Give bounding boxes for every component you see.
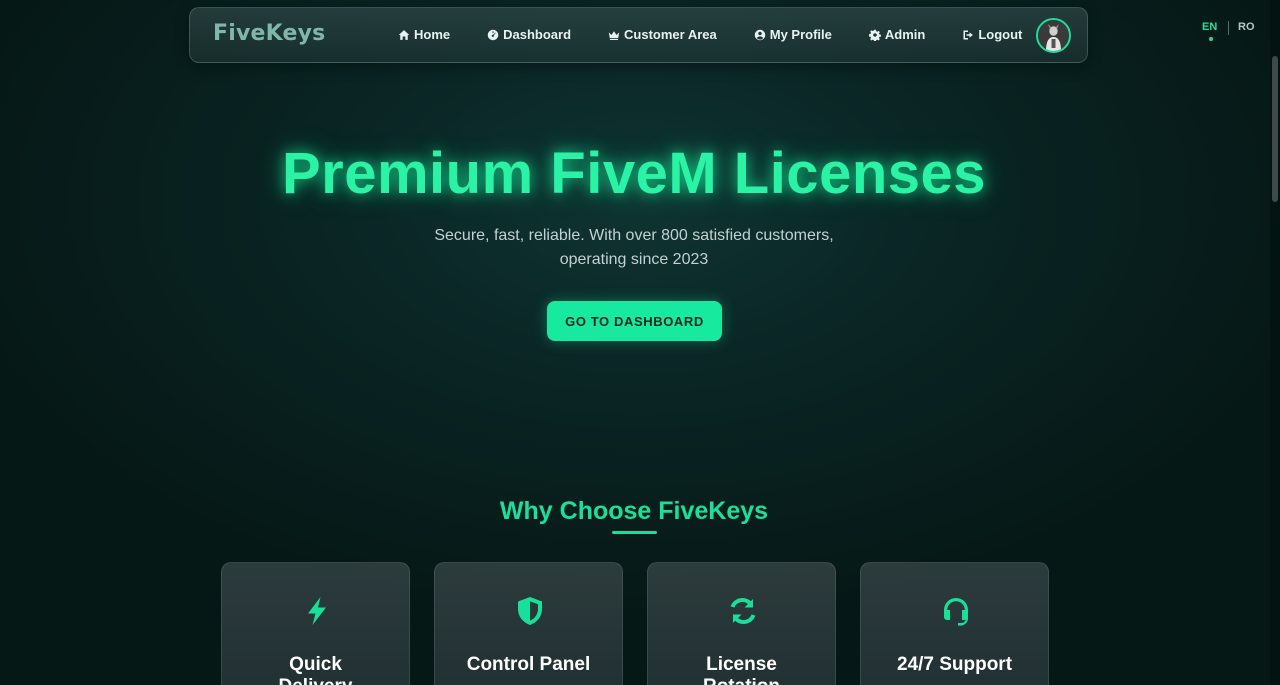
nav-logout[interactable]: Logout bbox=[962, 27, 1022, 42]
lang-en[interactable]: EN bbox=[1202, 21, 1217, 33]
feature-card-support: 24/7 Support bbox=[860, 562, 1049, 685]
hero-subtitle: Secure, fast, reliable. With over 800 sa… bbox=[434, 227, 834, 268]
crown-icon bbox=[608, 30, 620, 40]
feature-card-control-panel: Control Panel bbox=[434, 562, 623, 685]
nav-admin[interactable]: Admin bbox=[868, 27, 926, 42]
lightning-icon bbox=[301, 595, 333, 627]
nav-admin-label: Admin bbox=[884, 27, 926, 42]
dashboard-icon bbox=[487, 29, 499, 40]
avatar-image bbox=[1038, 20, 1069, 51]
lang-ro[interactable]: RO bbox=[1238, 21, 1255, 33]
feature-card-title: Quick Delivery bbox=[279, 654, 353, 685]
feature-card-title: License Rotation bbox=[703, 654, 780, 685]
refresh-icon bbox=[727, 595, 759, 627]
nav-menu: Home Dashboard Customer Area My Profile … bbox=[398, 27, 1022, 42]
go-to-dashboard-button[interactable]: GO TO DASHBOARD bbox=[547, 301, 722, 341]
feature-card-license-rotation: License Rotation bbox=[647, 562, 836, 685]
nav-home-label: Home bbox=[414, 27, 451, 42]
section-title: Why Choose FiveKeys bbox=[499, 497, 769, 525]
scrollbar-thumb[interactable] bbox=[1272, 56, 1278, 202]
logout-icon bbox=[963, 30, 974, 39]
active-lang-indicator bbox=[1209, 37, 1213, 41]
nav-home[interactable]: Home bbox=[398, 27, 450, 42]
nav-my-profile-label: My Profile bbox=[769, 27, 832, 42]
nav-dashboard[interactable]: Dashboard bbox=[487, 27, 571, 42]
shield-icon bbox=[514, 595, 546, 627]
nav-customer-area-label: Customer Area bbox=[624, 27, 717, 42]
user-circle-icon bbox=[754, 29, 766, 40]
logo[interactable]: FiveKeys bbox=[213, 21, 325, 46]
home-icon bbox=[398, 29, 410, 40]
nav-customer-area[interactable]: Customer Area bbox=[608, 27, 717, 42]
nav-my-profile[interactable]: My Profile bbox=[754, 27, 832, 42]
gear-icon bbox=[868, 29, 881, 41]
navbar: FiveKeys Home Dashboard Customer Area My… bbox=[189, 7, 1088, 63]
scrollbar[interactable] bbox=[1270, 0, 1280, 685]
feature-card-quick-delivery: Quick Delivery bbox=[221, 562, 410, 685]
nav-dashboard-label: Dashboard bbox=[503, 27, 572, 42]
feature-card-title: Control Panel bbox=[466, 654, 591, 675]
headset-icon bbox=[940, 595, 972, 627]
lang-divider bbox=[1228, 21, 1229, 35]
nav-logout-label: Logout bbox=[978, 27, 1023, 42]
section-underline bbox=[612, 531, 657, 534]
hero-title: Premium FiveM Licenses bbox=[281, 141, 987, 206]
feature-card-title: 24/7 Support bbox=[896, 654, 1013, 675]
avatar[interactable] bbox=[1036, 18, 1071, 53]
